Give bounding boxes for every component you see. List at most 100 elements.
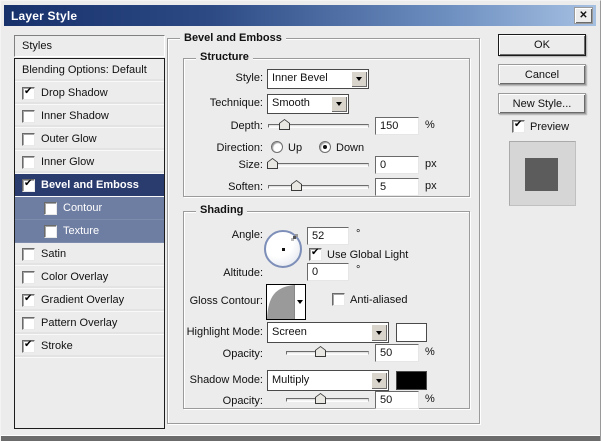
sidebar-item-texture[interactable]: Texture bbox=[15, 220, 164, 243]
angle-dial-marker[interactable] bbox=[293, 236, 296, 239]
depth-label: Depth: bbox=[169, 120, 263, 132]
style-dropdown-value: Inner Bevel bbox=[272, 72, 328, 84]
size-label: Size: bbox=[169, 159, 263, 171]
sidebar-item-stroke[interactable]: Stroke bbox=[15, 335, 164, 358]
direction-up-radio[interactable] bbox=[271, 141, 283, 153]
altitude-unit: ° bbox=[356, 264, 360, 276]
preview-thumbnail-inner-square bbox=[525, 158, 558, 191]
sidebar-item-color-overlay[interactable]: Color Overlay bbox=[15, 266, 164, 289]
title-bar[interactable]: Layer Style bbox=[4, 5, 596, 26]
sidebar-item-drop-shadow[interactable]: Drop Shadow bbox=[15, 82, 164, 105]
technique-label: Technique: bbox=[169, 97, 263, 109]
sidebar-item-label: Inner Shadow bbox=[41, 110, 109, 122]
size-unit: px bbox=[425, 158, 437, 170]
new-style-button[interactable]: New Style... bbox=[498, 93, 586, 114]
size-slider-track[interactable] bbox=[268, 163, 369, 167]
shadow-mode-label: Shadow Mode: bbox=[169, 374, 263, 386]
gloss-contour-picker[interactable] bbox=[266, 284, 306, 320]
style-dropdown[interactable]: Inner Bevel bbox=[267, 69, 369, 89]
shadow-opacity-input[interactable] bbox=[375, 391, 419, 409]
soften-slider-track[interactable] bbox=[268, 185, 369, 189]
highlight-mode-dropdown[interactable]: Screen bbox=[267, 322, 389, 343]
highlight-mode-label: Highlight Mode: bbox=[169, 326, 263, 338]
window-bottom-edge bbox=[1, 435, 601, 441]
technique-dropdown-button[interactable] bbox=[331, 96, 347, 112]
soften-label: Soften: bbox=[169, 181, 263, 193]
sidebar-item-blending-options-default[interactable]: Blending Options: Default bbox=[15, 59, 164, 82]
sidebar-item-inner-shadow[interactable]: Inner Shadow bbox=[15, 105, 164, 128]
sidebar-item-outer-glow[interactable]: Outer Glow bbox=[15, 128, 164, 151]
shadow-mode-value: Multiply bbox=[272, 374, 309, 386]
highlight-mode-value: Screen bbox=[272, 326, 307, 338]
ok-button[interactable]: OK bbox=[498, 34, 586, 56]
soften-slider-thumb[interactable] bbox=[291, 180, 302, 191]
technique-dropdown[interactable]: Smooth bbox=[267, 94, 349, 114]
shadow-mode-dropdown[interactable]: Multiply bbox=[267, 370, 389, 391]
highlight-mode-dropdown-button[interactable] bbox=[371, 324, 387, 341]
sidebar-item-bevel-and-emboss[interactable]: Bevel and Emboss bbox=[15, 174, 164, 197]
depth-input[interactable] bbox=[375, 117, 419, 135]
preview-label: Preview bbox=[530, 121, 569, 133]
chevron-down-icon bbox=[336, 102, 342, 106]
style-dropdown-button[interactable] bbox=[351, 71, 367, 87]
shadow-opacity-slider-thumb[interactable] bbox=[315, 393, 326, 404]
highlight-color-swatch[interactable] bbox=[396, 323, 427, 342]
direction-down-radio[interactable] bbox=[319, 141, 331, 153]
style-enabled-checkbox[interactable] bbox=[22, 248, 35, 261]
technique-dropdown-value: Smooth bbox=[272, 97, 310, 109]
structure-group-title: Structure bbox=[196, 51, 253, 63]
style-enabled-checkbox[interactable] bbox=[22, 340, 35, 353]
use-global-light-checkbox[interactable] bbox=[309, 248, 322, 261]
sidebar-item-inner-glow[interactable]: Inner Glow bbox=[15, 151, 164, 174]
preview-checkbox[interactable] bbox=[512, 120, 525, 133]
shadow-opacity-label: Opacity: bbox=[169, 395, 263, 407]
style-enabled-checkbox[interactable] bbox=[22, 294, 35, 307]
chevron-down-icon bbox=[297, 300, 303, 304]
shadow-opacity-unit: % bbox=[425, 393, 435, 405]
sidebar-item-label: Gradient Overlay bbox=[41, 294, 124, 306]
sidebar-item-pattern-overlay[interactable]: Pattern Overlay bbox=[15, 312, 164, 335]
sidebar-item-label: Pattern Overlay bbox=[41, 317, 117, 329]
anti-aliased-label: Anti-aliased bbox=[350, 294, 407, 306]
window-title: Layer Style bbox=[4, 9, 77, 23]
style-enabled-checkbox[interactable] bbox=[44, 225, 57, 238]
shadow-color-swatch[interactable] bbox=[396, 371, 427, 390]
highlight-opacity-input[interactable] bbox=[375, 344, 419, 362]
chevron-down-icon bbox=[376, 331, 382, 335]
style-label: Style: bbox=[169, 72, 263, 84]
angle-input[interactable] bbox=[307, 227, 349, 245]
sidebar-item-gradient-overlay[interactable]: Gradient Overlay bbox=[15, 289, 164, 312]
anti-aliased-checkbox[interactable] bbox=[332, 293, 345, 306]
soften-input[interactable] bbox=[375, 178, 419, 196]
highlight-opacity-unit: % bbox=[425, 346, 435, 358]
direction-down-label: Down bbox=[336, 142, 364, 154]
altitude-input[interactable] bbox=[307, 263, 349, 281]
shadow-opacity-slider-track[interactable] bbox=[286, 398, 369, 402]
highlight-opacity-slider-track[interactable] bbox=[286, 351, 369, 355]
style-enabled-checkbox[interactable] bbox=[22, 110, 35, 123]
sidebar-item-label: Contour bbox=[63, 202, 102, 214]
highlight-opacity-slider-thumb[interactable] bbox=[315, 346, 326, 357]
depth-slider-thumb[interactable] bbox=[279, 119, 290, 130]
close-button[interactable]: ✕ bbox=[574, 7, 593, 24]
style-enabled-checkbox[interactable] bbox=[22, 271, 35, 284]
size-slider-thumb[interactable] bbox=[267, 158, 278, 169]
depth-unit: % bbox=[425, 119, 435, 131]
sidebar-item-satin[interactable]: Satin bbox=[15, 243, 164, 266]
cancel-button[interactable]: Cancel bbox=[498, 64, 586, 85]
styles-header: Styles bbox=[14, 35, 165, 57]
shadow-mode-dropdown-button[interactable] bbox=[371, 372, 387, 389]
style-enabled-checkbox[interactable] bbox=[44, 202, 57, 215]
size-input[interactable] bbox=[375, 156, 419, 174]
style-enabled-checkbox[interactable] bbox=[22, 156, 35, 169]
style-enabled-checkbox[interactable] bbox=[22, 179, 35, 192]
angle-dial-center-dot bbox=[282, 248, 285, 251]
sidebar-item-label: Color Overlay bbox=[41, 271, 108, 283]
style-enabled-checkbox[interactable] bbox=[22, 133, 35, 146]
gloss-contour-dropdown-button[interactable] bbox=[294, 285, 305, 319]
style-enabled-checkbox[interactable] bbox=[22, 87, 35, 100]
style-enabled-checkbox[interactable] bbox=[22, 317, 35, 330]
sidebar-item-label: Stroke bbox=[41, 340, 73, 352]
sidebar-item-label: Texture bbox=[63, 225, 99, 237]
sidebar-item-contour[interactable]: Contour bbox=[15, 197, 164, 220]
